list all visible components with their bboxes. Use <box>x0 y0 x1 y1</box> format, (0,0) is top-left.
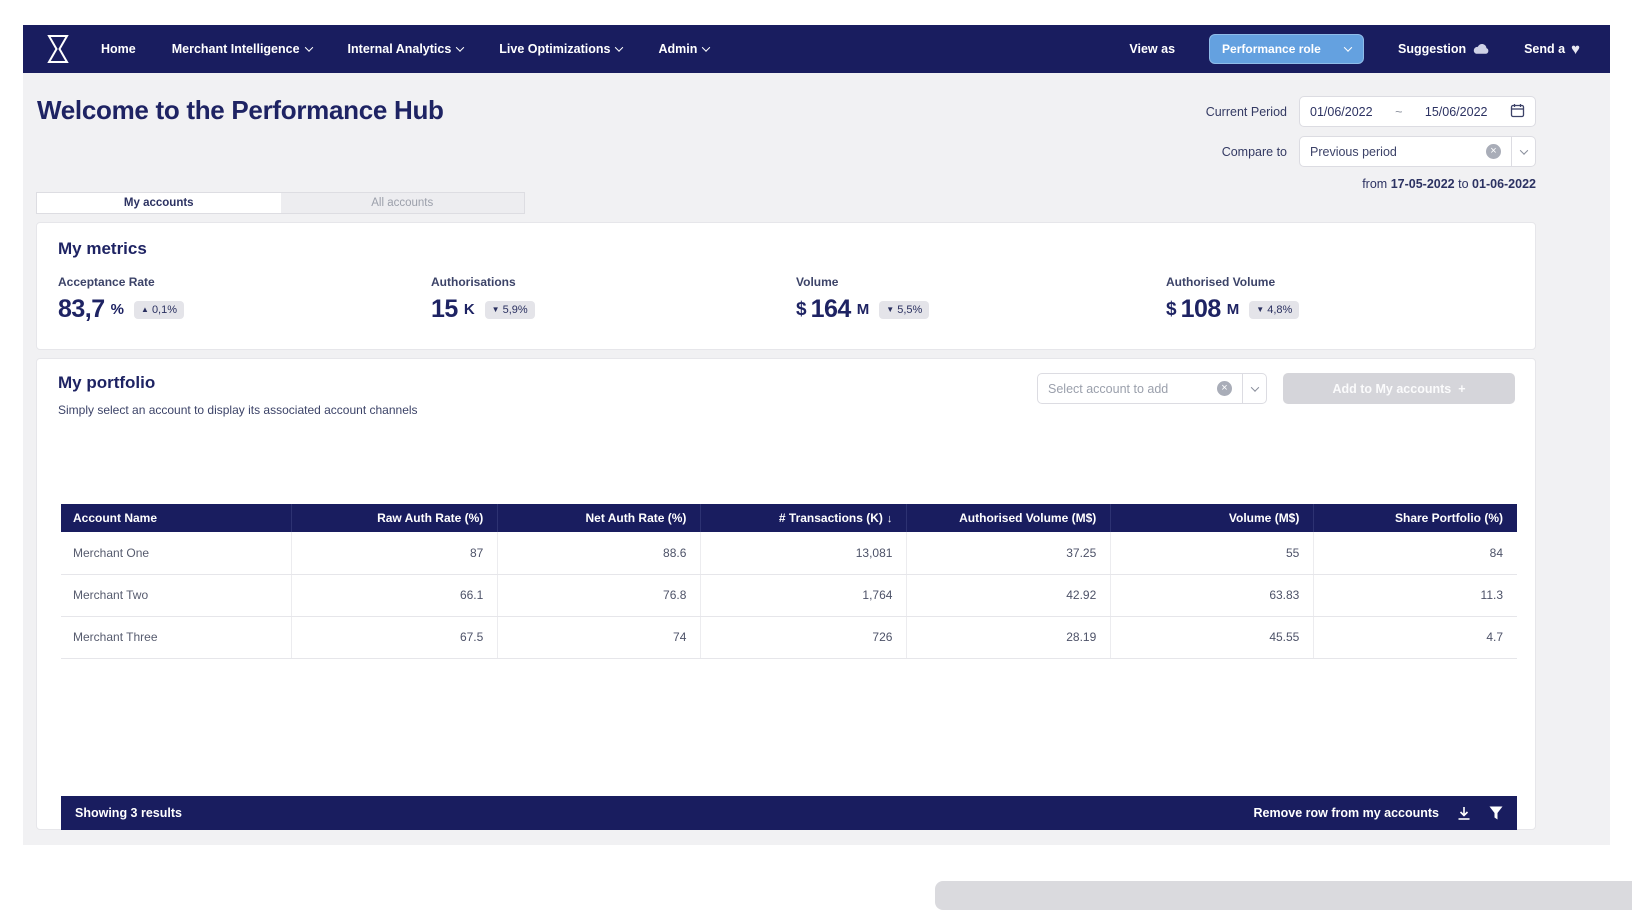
trend-down-icon: ▼ <box>492 306 500 314</box>
comparison-start-date: 17-05-2022 <box>1391 177 1455 191</box>
download-icon[interactable] <box>1457 806 1471 821</box>
compare-select[interactable]: Previous period × <box>1299 136 1512 167</box>
calendar-icon <box>1510 103 1525 121</box>
tab-all-accounts[interactable]: All accounts <box>281 193 525 213</box>
filter-icon[interactable] <box>1489 806 1503 820</box>
brand-logo-icon[interactable] <box>45 34 71 64</box>
view-as-label: View as <box>1129 42 1175 56</box>
tab-my-accounts[interactable]: My accounts <box>37 193 281 213</box>
date-range-picker[interactable]: 01/06/2022 ~ 15/06/2022 <box>1299 96 1536 127</box>
trend-up-icon: ▲ <box>141 306 149 314</box>
plus-icon: + <box>1458 382 1465 396</box>
column-net-auth-rate[interactable]: Net Auth Rate (%) <box>498 504 701 532</box>
column-transactions[interactable]: # Transactions (K)↓ <box>701 504 907 532</box>
table-row[interactable]: Merchant Three 67.5 74 726 28.19 45.55 4… <box>61 616 1517 658</box>
compare-to-label: Compare to <box>1222 145 1287 159</box>
column-volume[interactable]: Volume (M$) <box>1111 504 1314 532</box>
metric-authorised-volume: Authorised Volume $ 108 M ▼ 4,8% <box>1166 275 1299 324</box>
nav-menu: Home Merchant Intelligence Internal Anal… <box>101 42 709 56</box>
add-to-my-accounts-button[interactable]: Add to My accounts + <box>1283 373 1515 404</box>
compare-value: Previous period <box>1310 145 1397 159</box>
chevron-down-icon <box>1250 383 1258 391</box>
column-share-portfolio[interactable]: Share Portfolio (%) <box>1314 504 1517 532</box>
account-select-group: Select account to add × <box>1037 373 1267 404</box>
view-as-role-dropdown[interactable]: Performance role <box>1209 34 1364 64</box>
clear-icon[interactable]: × <box>1486 144 1501 159</box>
chevron-down-icon <box>304 43 312 51</box>
period-start-date: 01/06/2022 <box>1310 105 1373 119</box>
chevron-down-icon <box>1344 43 1352 51</box>
cell-account-name: Merchant Three <box>61 616 291 658</box>
page-title: Welcome to the Performance Hub <box>37 95 444 126</box>
cell-account-name: Merchant Two <box>61 574 291 616</box>
my-metrics-card: My metrics Acceptance Rate 83,7 % ▲ 0,1%… <box>36 222 1536 350</box>
portfolio-subtitle: Simply select an account to display its … <box>58 403 418 417</box>
suggestion-link[interactable]: Suggestion <box>1398 42 1490 56</box>
accounts-tabs: My accounts All accounts <box>36 192 525 214</box>
compare-dropdown-button[interactable] <box>1512 136 1536 167</box>
portfolio-controls: Select account to add × Add to My accoun… <box>1037 373 1515 404</box>
results-count: Showing 3 results <box>75 806 182 820</box>
compare-select-group: Previous period × <box>1299 136 1536 167</box>
app-window: Home Merchant Intelligence Internal Anal… <box>0 0 1632 910</box>
period-end-date: 15/06/2022 <box>1425 105 1488 119</box>
delta-badge: ▼ 5,9% <box>485 301 535 319</box>
current-period-label: Current Period <box>1206 105 1287 119</box>
nav-item-home[interactable]: Home <box>101 42 136 56</box>
chevron-down-icon <box>456 43 464 51</box>
page-background: Home Merchant Intelligence Internal Anal… <box>23 25 1610 845</box>
metric-acceptance-rate: Acceptance Rate 83,7 % ▲ 0,1% <box>58 275 184 324</box>
current-period-row: Current Period 01/06/2022 ~ 15/06/2022 <box>1206 96 1536 127</box>
delta-badge: ▼ 4,8% <box>1249 301 1299 319</box>
compare-to-row: Compare to Previous period × <box>1222 136 1536 167</box>
column-account-name[interactable]: Account Name <box>61 504 291 532</box>
column-authorised-volume[interactable]: Authorised Volume (M$) <box>907 504 1111 532</box>
account-select-placeholder: Select account to add <box>1048 382 1168 396</box>
table-header-row: Account Name Raw Auth Rate (%) Net Auth … <box>61 504 1517 532</box>
nav-item-admin[interactable]: Admin <box>658 42 709 56</box>
cloud-icon <box>1472 43 1490 56</box>
chevron-down-icon <box>702 43 710 51</box>
account-select[interactable]: Select account to add × <box>1037 373 1243 404</box>
table-row[interactable]: Merchant One 87 88.6 13,081 37.25 55 84 <box>61 532 1517 574</box>
trend-down-icon: ▼ <box>886 306 894 314</box>
cell-account-name: Merchant One <box>61 532 291 574</box>
delta-badge: ▼ 5,5% <box>879 301 929 319</box>
chevron-down-icon <box>1519 146 1527 154</box>
metric-authorisations: Authorisations 15 K ▼ 5,9% <box>431 275 535 324</box>
portfolio-table: Account Name Raw Auth Rate (%) Net Auth … <box>61 504 1517 659</box>
my-portfolio-card: My portfolio Simply select an account to… <box>36 358 1536 830</box>
metric-value: 15 <box>431 295 458 324</box>
send-a-heart-link[interactable]: Send a ♥ <box>1524 42 1580 57</box>
metrics-title: My metrics <box>58 239 147 259</box>
trend-down-icon: ▼ <box>1256 306 1264 314</box>
chevron-down-icon <box>615 43 623 51</box>
metric-volume: Volume $ 164 M ▼ 5,5% <box>796 275 929 324</box>
comparison-range-text: from 17-05-2022 to 01-06-2022 <box>1362 177 1536 191</box>
sort-desc-icon: ↓ <box>887 513 893 525</box>
table-row[interactable]: Merchant Two 66.1 76.8 1,764 42.92 63.83… <box>61 574 1517 616</box>
remove-row-label: Remove row from my accounts <box>1254 806 1439 820</box>
table-footer: Showing 3 results Remove row from my acc… <box>61 796 1517 830</box>
delta-badge: ▲ 0,1% <box>134 301 184 319</box>
clear-icon[interactable]: × <box>1217 381 1232 396</box>
period-separator: ~ <box>1395 105 1402 119</box>
heart-icon: ♥ <box>1571 42 1580 57</box>
nav-item-merchant-intelligence[interactable]: Merchant Intelligence <box>172 42 312 56</box>
navbar-right: View as Performance role Suggestion Send… <box>1129 34 1580 64</box>
nav-item-live-optimizations[interactable]: Live Optimizations <box>499 42 622 56</box>
metric-value: 108 <box>1181 295 1221 324</box>
metric-value: 83,7 <box>58 295 105 324</box>
metric-value: 164 <box>811 295 851 324</box>
portfolio-title: My portfolio <box>58 373 155 393</box>
comparison-end-date: 01-06-2022 <box>1472 177 1536 191</box>
account-select-dropdown[interactable] <box>1243 373 1267 404</box>
top-navbar: Home Merchant Intelligence Internal Anal… <box>23 25 1610 73</box>
column-raw-auth-rate[interactable]: Raw Auth Rate (%) <box>291 504 498 532</box>
nav-item-internal-analytics[interactable]: Internal Analytics <box>348 42 464 56</box>
bottom-scrollbar[interactable] <box>935 881 1632 910</box>
